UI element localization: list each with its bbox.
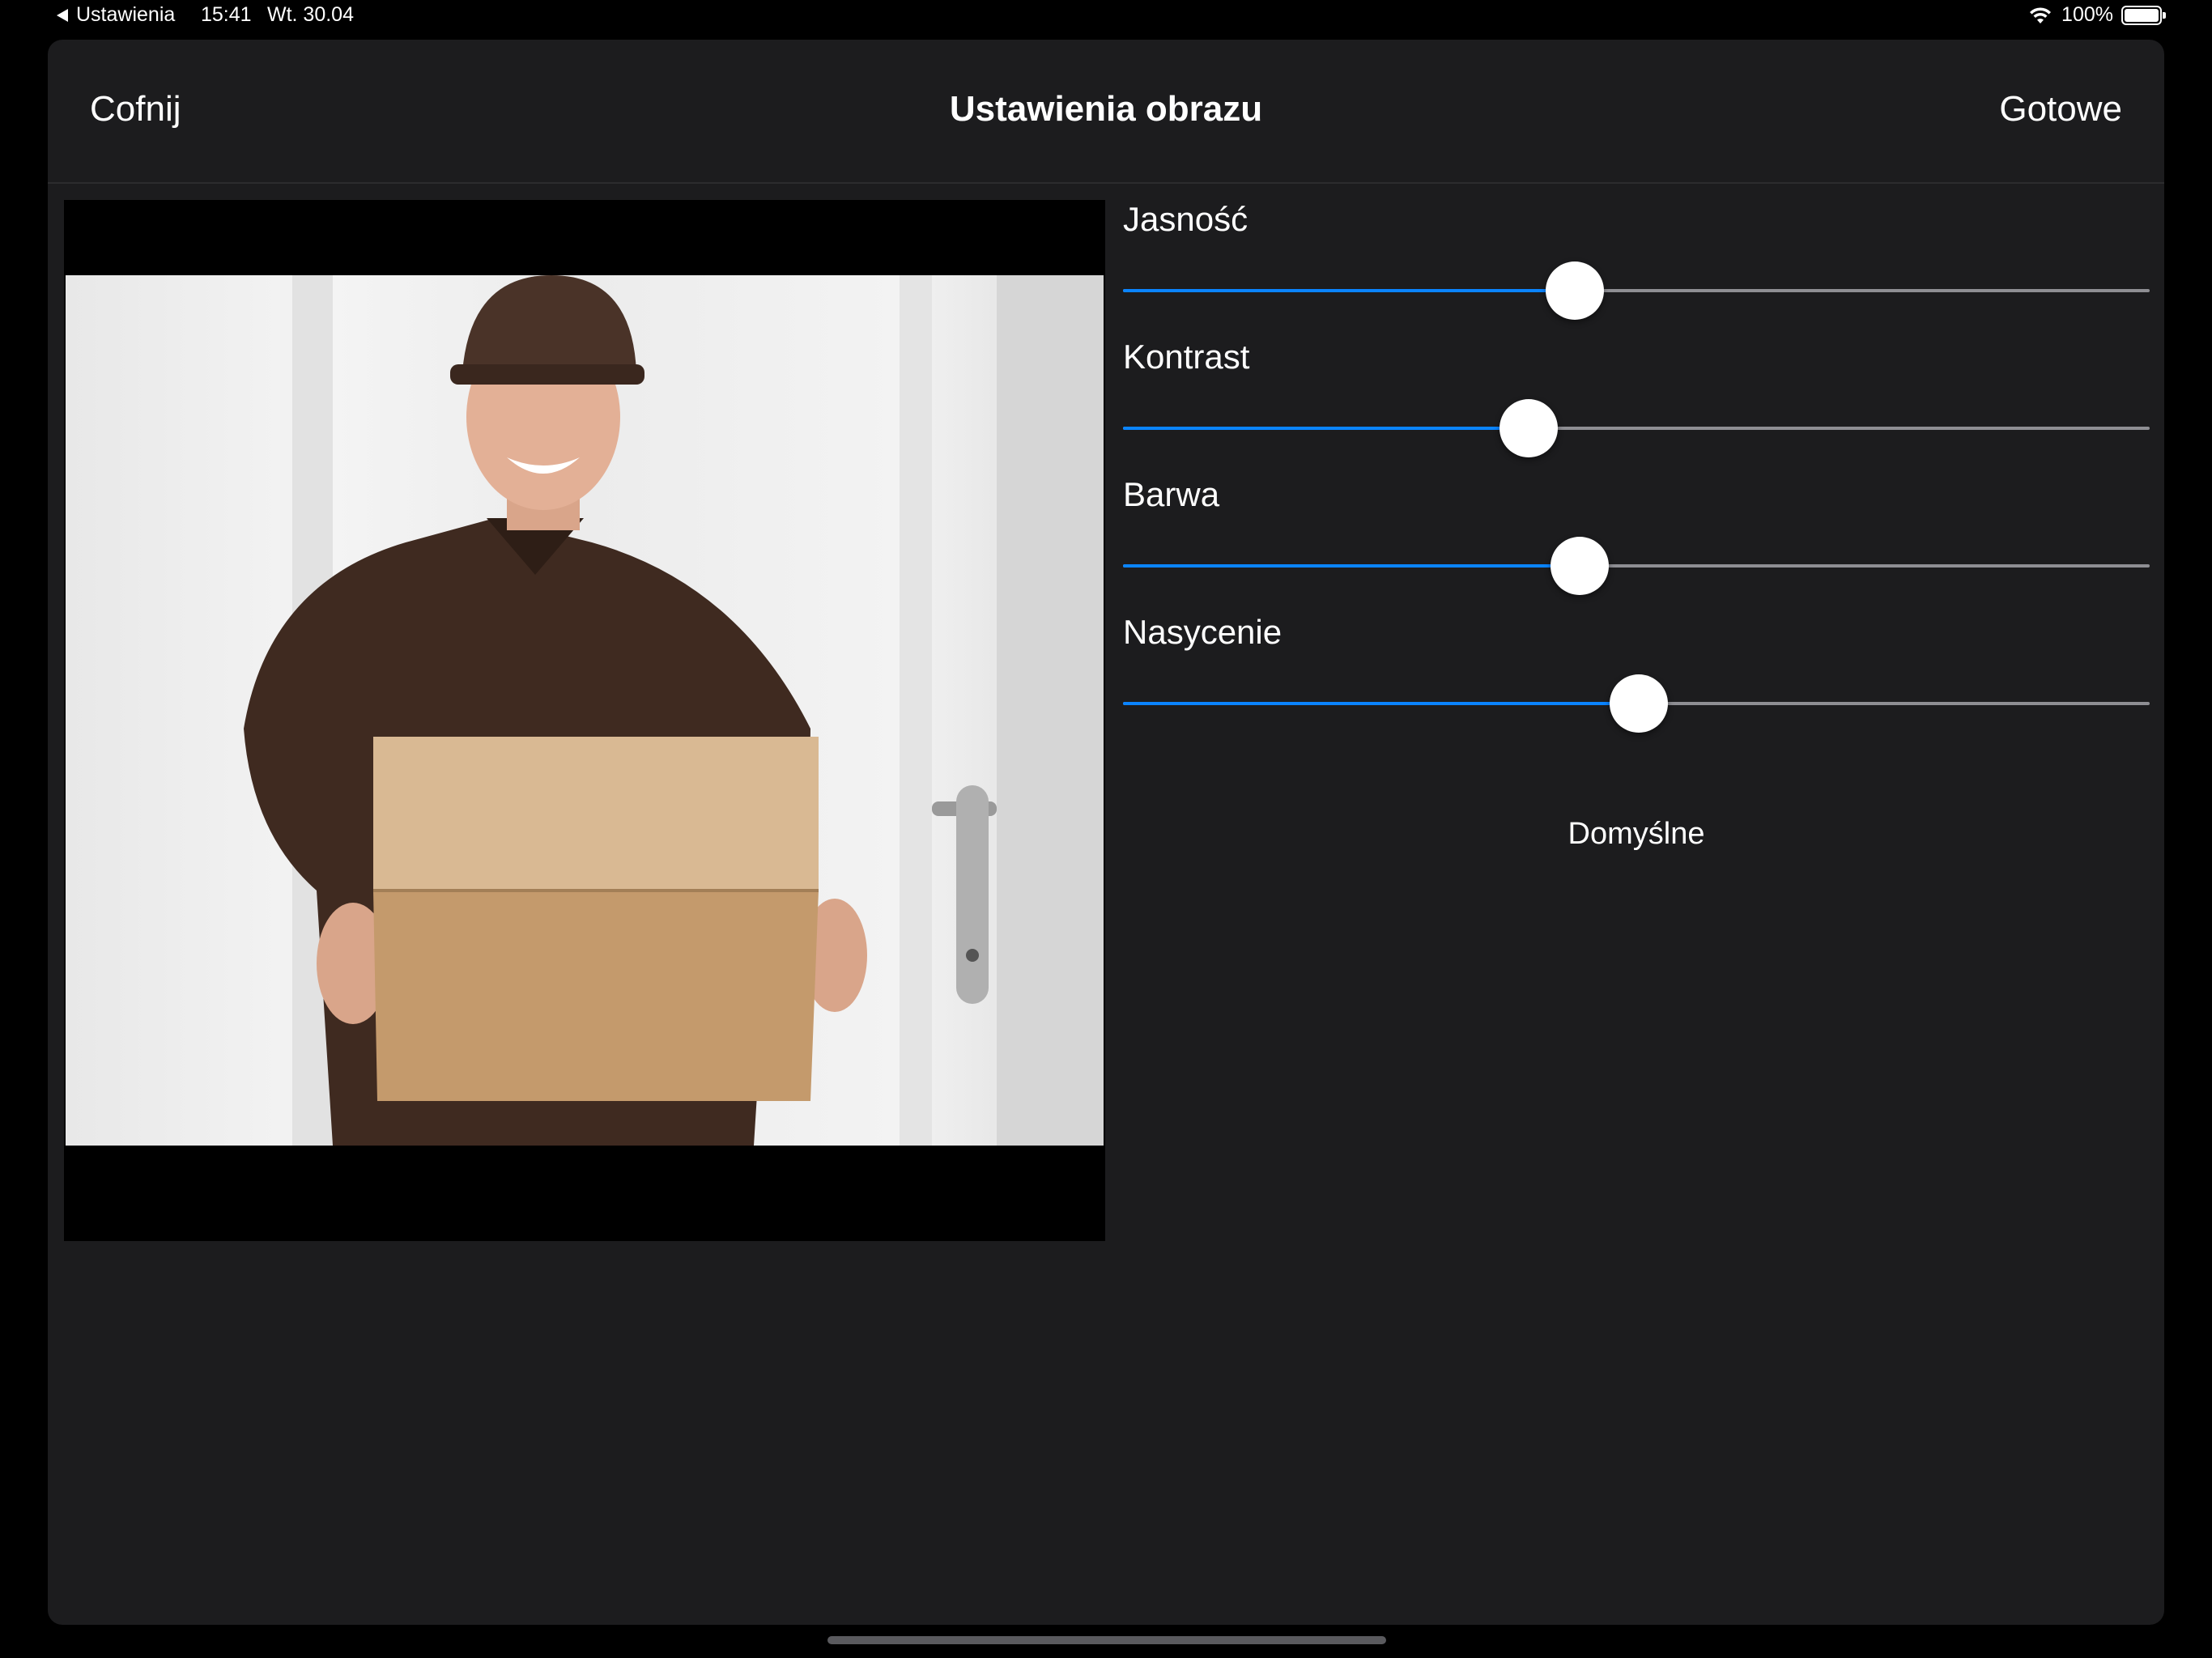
status-date: Wt. 30.04 bbox=[267, 3, 354, 26]
back-to-app-label: Ustawienia bbox=[76, 3, 176, 26]
back-arrow-icon bbox=[57, 8, 68, 22]
saturation-slider-thumb[interactable] bbox=[1609, 674, 1668, 733]
slider-label-contrast: Kontrast bbox=[1123, 338, 1250, 376]
hue-slider-thumb[interactable] bbox=[1551, 537, 1610, 595]
battery-level-fill bbox=[2125, 8, 2159, 22]
contrast-slider-fill bbox=[1123, 427, 1529, 430]
reset-defaults-button[interactable]: Domyślne bbox=[1123, 817, 2150, 852]
hue-slider-fill bbox=[1123, 564, 1580, 568]
slider-label-hue: Barwa bbox=[1123, 475, 1220, 513]
back-to-app-link[interactable]: Ustawienia bbox=[57, 3, 175, 27]
delivery-person-image bbox=[244, 275, 1104, 1146]
saturation-slider[interactable] bbox=[1123, 674, 2150, 733]
done-button[interactable]: Gotowe bbox=[1999, 89, 2122, 130]
image-adjustments-panel: Jasność Kontrast Barwa Nasycenie Domyśln… bbox=[1123, 200, 2150, 851]
slider-label-saturation: Nasycenie bbox=[1123, 613, 1283, 651]
camera-preview bbox=[64, 200, 1105, 1241]
slider-brightness: Jasność bbox=[1123, 200, 2150, 338]
brightness-slider[interactable] bbox=[1123, 261, 2150, 320]
saturation-slider-fill bbox=[1123, 702, 1639, 705]
status-time: 15:41 bbox=[201, 3, 252, 26]
battery-tip bbox=[2163, 11, 2166, 19]
home-indicator[interactable] bbox=[827, 1636, 1386, 1644]
contrast-slider-thumb[interactable] bbox=[1499, 399, 1558, 457]
image-settings-sheet: Cofnij Ustawienia obrazu Gotowe Jasność … bbox=[48, 40, 2164, 1625]
navigation-bar: Cofnij Ustawienia obrazu Gotowe bbox=[48, 40, 2164, 184]
status-indicators: 100% bbox=[2027, 3, 2166, 27]
page-title: Ustawienia obrazu bbox=[949, 89, 1263, 129]
battery-percentage: 100% bbox=[2061, 3, 2113, 26]
status-bar: Ustawienia 15:41 Wt. 30.04 100% bbox=[0, 0, 2212, 32]
slider-contrast: Kontrast bbox=[1123, 338, 2150, 475]
slider-hue: Barwa bbox=[1123, 475, 2150, 613]
slider-saturation: Nasycenie bbox=[1123, 613, 2150, 750]
slider-label-brightness: Jasność bbox=[1123, 200, 1249, 238]
brightness-slider-thumb[interactable] bbox=[1545, 261, 1604, 320]
brightness-slider-fill bbox=[1123, 289, 1575, 292]
battery-icon bbox=[2121, 5, 2166, 25]
hue-slider[interactable] bbox=[1123, 537, 2150, 595]
camera-preview-image bbox=[66, 275, 1104, 1146]
wifi-icon bbox=[2030, 6, 2052, 23]
contrast-slider[interactable] bbox=[1123, 399, 2150, 457]
